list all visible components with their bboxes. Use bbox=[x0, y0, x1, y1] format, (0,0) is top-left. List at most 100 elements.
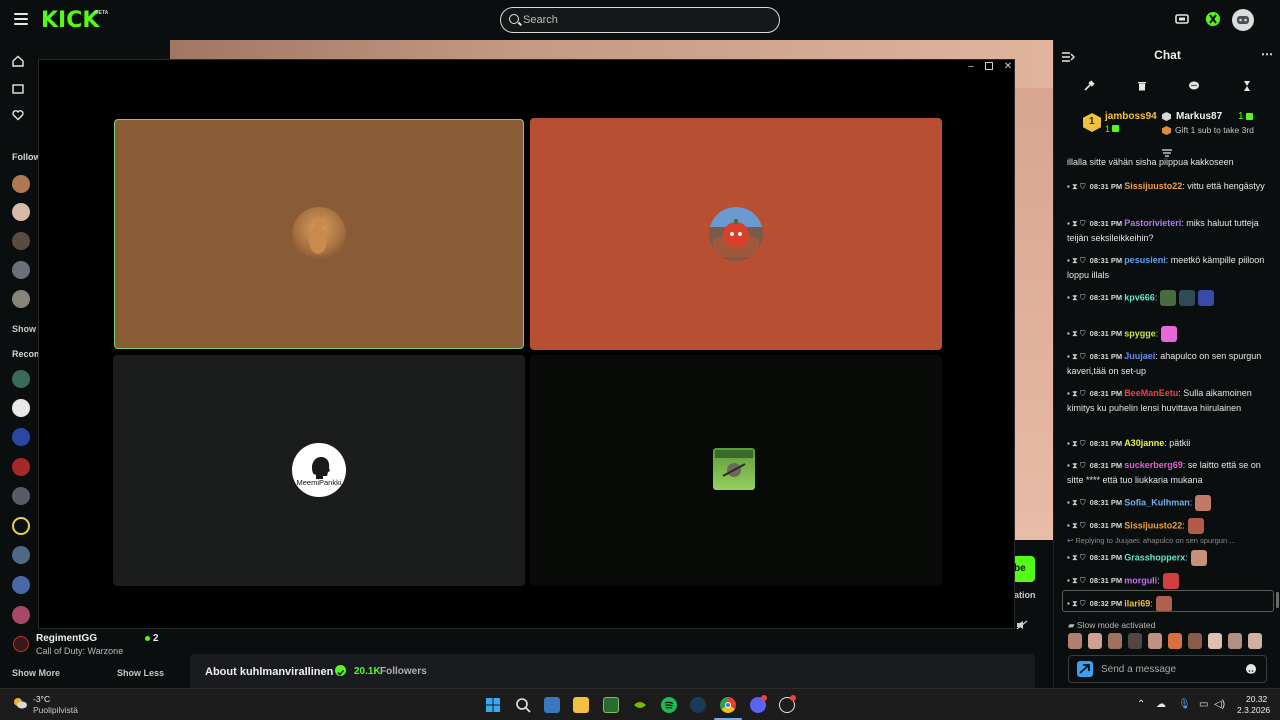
chat-scrollbar[interactable] bbox=[1276, 592, 1279, 608]
show-more-button[interactable]: Show More bbox=[12, 668, 60, 678]
recommended-channel-avatar[interactable] bbox=[12, 576, 30, 594]
recommended-channel-avatar[interactable] bbox=[12, 370, 30, 388]
recommended-channel-avatar[interactable] bbox=[12, 487, 30, 505]
message-action-icons[interactable]: ▪ ⧗ ⛉ bbox=[1067, 498, 1086, 507]
steam-icon[interactable] bbox=[690, 697, 706, 713]
more-options-icon[interactable]: ⋯ bbox=[1261, 47, 1273, 61]
recommended-channel-avatar[interactable] bbox=[12, 428, 30, 446]
volume-icon[interactable]: ◁) bbox=[1214, 699, 1225, 710]
followed-channel-avatar[interactable] bbox=[12, 175, 30, 193]
top-gifter-name[interactable]: jamboss94 bbox=[1105, 111, 1157, 122]
recommended-channel-avatar[interactable] bbox=[12, 517, 30, 535]
chat-message[interactable]: ▪ ⧗ ⛉ 08:31 PM Juujaei: ahapulco on sen sp… bbox=[1067, 349, 1267, 378]
chatter-avatar[interactable] bbox=[1228, 633, 1242, 649]
followed-channel-avatar[interactable] bbox=[12, 203, 30, 221]
chatter-avatar[interactable] bbox=[1188, 633, 1202, 649]
xbox-icon[interactable] bbox=[1205, 11, 1223, 29]
spotify-icon[interactable] bbox=[661, 697, 677, 713]
message-username[interactable]: Sissijuusto22 bbox=[1124, 520, 1182, 530]
participant-tile[interactable] bbox=[114, 119, 524, 349]
recommended-channel-avatar[interactable] bbox=[12, 606, 30, 624]
recommended-channel-avatar[interactable] bbox=[12, 458, 30, 476]
user-avatar[interactable] bbox=[1232, 9, 1254, 31]
minimize-icon[interactable]: – bbox=[965, 61, 977, 73]
windows-start-icon[interactable] bbox=[485, 697, 501, 713]
emote-image[interactable] bbox=[1195, 495, 1212, 511]
followed-channel-avatar[interactable] bbox=[12, 261, 30, 279]
close-icon[interactable]: ✕ bbox=[1002, 61, 1014, 73]
message-username[interactable]: Juujaei bbox=[1124, 351, 1155, 361]
emote-image[interactable] bbox=[1161, 326, 1178, 342]
weather-temp[interactable]: -3°C bbox=[33, 694, 50, 704]
window-title-bar[interactable]: – ✕ bbox=[39, 60, 1014, 74]
chat-message[interactable]: ▪ ⧗ ⛉ 08:31 PM suckerberg69: se laitto ett… bbox=[1067, 458, 1267, 487]
clock-date[interactable]: 2.3.2026 bbox=[1237, 705, 1270, 715]
emote-image[interactable] bbox=[1160, 290, 1177, 306]
chat-message[interactable]: ▪ ⧗ ⛉ 08:31 PM kpv666: bbox=[1067, 290, 1267, 306]
message-action-icons[interactable]: ▪ ⧗ ⛉ bbox=[1067, 256, 1086, 265]
message-action-icons[interactable]: ▪ ⧗ ⛉ bbox=[1067, 352, 1086, 361]
chat-message[interactable]: ▪ ⧗ ⛉ 08:31 PM Sissijuusto22: bbox=[1067, 518, 1267, 534]
chat-message[interactable]: ▪ ⧗ ⛉ 08:31 PM BeeManEetu: Sulla aikamoine… bbox=[1067, 386, 1267, 415]
tray-expand-icon[interactable]: ⌃ bbox=[1137, 699, 1145, 710]
chat-identity-icon[interactable] bbox=[1077, 661, 1093, 677]
hourglass-icon[interactable] bbox=[1241, 80, 1253, 92]
weather-icon[interactable] bbox=[12, 696, 28, 710]
emote-picker-icon[interactable] bbox=[1246, 664, 1256, 675]
search-box[interactable] bbox=[500, 7, 780, 33]
followed-channel-avatar[interactable] bbox=[12, 232, 30, 250]
game-app-icon[interactable] bbox=[603, 697, 619, 713]
chat-message[interactable]: ▪ ⧗ ⛉ 08:31 PM Sofia_Kulhman: bbox=[1067, 495, 1267, 511]
message-action-icons[interactable]: ▪ ⧗ ⛉ bbox=[1067, 389, 1086, 398]
kick-logo[interactable]: KICK bbox=[41, 8, 99, 33]
message-action-icons[interactable]: ▪ ⧗ ⛉ bbox=[1067, 576, 1086, 585]
message-action-icons[interactable]: ▪ ⧗ ⛉ bbox=[1067, 461, 1086, 470]
gift-prompt[interactable]: Gift 1 sub to take 3rd bbox=[1175, 125, 1254, 135]
emote-image[interactable] bbox=[1190, 550, 1207, 566]
chatter-avatar[interactable] bbox=[1088, 633, 1102, 649]
file-explorer-icon[interactable] bbox=[573, 697, 589, 713]
browse-icon[interactable] bbox=[12, 83, 24, 95]
maximize-icon[interactable] bbox=[983, 61, 995, 73]
chat-input-box[interactable] bbox=[1068, 655, 1267, 683]
nvidia-icon[interactable] bbox=[632, 697, 648, 713]
second-gifter-name[interactable]: Markus87 bbox=[1176, 111, 1222, 122]
participant-tile[interactable] bbox=[530, 118, 942, 350]
message-username[interactable]: kpv666 bbox=[1124, 292, 1155, 302]
onedrive-icon[interactable]: ☁ bbox=[1156, 699, 1166, 710]
home-icon[interactable] bbox=[12, 55, 24, 67]
chat-message[interactable]: ▪ ⧗ ⛉ 08:31 PM pesusieni: meetkö kämpille … bbox=[1067, 253, 1267, 282]
message-action-icons[interactable]: ▪ ⧗ ⛉ bbox=[1067, 329, 1086, 338]
following-heart-icon[interactable] bbox=[12, 109, 24, 121]
chatter-avatar[interactable] bbox=[1068, 633, 1082, 649]
hammer-icon[interactable] bbox=[1083, 80, 1095, 92]
chrome-icon[interactable] bbox=[720, 697, 736, 713]
chat-message[interactable]: ▪ ⧗ ⛉ 08:31 PM morguli: bbox=[1067, 573, 1267, 589]
chatter-avatar[interactable] bbox=[1208, 633, 1222, 649]
chat-message[interactable]: ▪ ⧗ ⛉ 08:31 PM Pastorivieteri: miks haluut… bbox=[1067, 216, 1267, 245]
chat-message[interactable]: ▪ ⧗ ⛉ 08:31 PM Grasshopperx: bbox=[1067, 550, 1267, 566]
theater-mode-icon[interactable] bbox=[1174, 11, 1192, 29]
expand-leaderboard-icon[interactable] bbox=[1161, 144, 1173, 157]
subscribe-button[interactable]: be bbox=[1014, 556, 1035, 582]
recommended-channel-avatar[interactable] bbox=[12, 399, 30, 417]
taskbar-search-icon[interactable] bbox=[515, 697, 531, 713]
photos-icon[interactable] bbox=[544, 697, 560, 713]
trash-icon[interactable] bbox=[1136, 80, 1148, 92]
chatter-avatar[interactable] bbox=[1248, 633, 1262, 649]
message-action-icons[interactable]: ▪ ⧗ ⛉ bbox=[1067, 219, 1086, 228]
search-input[interactable] bbox=[523, 11, 763, 29]
send-message-input[interactable] bbox=[1101, 661, 1241, 677]
chat-message[interactable]: ▪ ⧗ ⛉ 08:31 PM Sissijuusto22: vittu että h… bbox=[1067, 179, 1267, 194]
emote-image[interactable] bbox=[1162, 573, 1179, 589]
chatter-avatar[interactable] bbox=[1108, 633, 1122, 649]
participant-tile[interactable]: MeemiPankki bbox=[113, 355, 525, 586]
chatter-avatar[interactable] bbox=[1168, 633, 1182, 649]
microphone-icon[interactable]: 🎙︎ bbox=[1178, 699, 1191, 710]
message-username[interactable]: spygge bbox=[1124, 328, 1156, 338]
chat-bubble-icon[interactable] bbox=[1188, 80, 1200, 92]
emote-image[interactable] bbox=[1179, 290, 1196, 306]
message-username[interactable]: Pastorivieteri bbox=[1124, 218, 1181, 228]
message-username[interactable]: Grasshopperx bbox=[1124, 552, 1185, 562]
message-action-icons[interactable]: ▪ ⧗ ⛉ bbox=[1067, 521, 1086, 530]
